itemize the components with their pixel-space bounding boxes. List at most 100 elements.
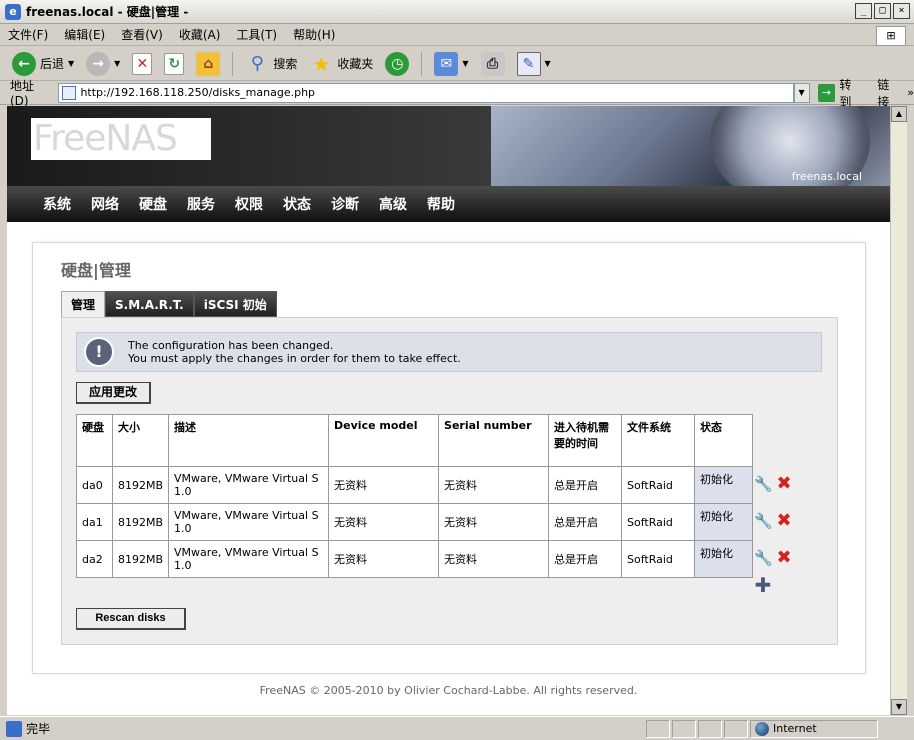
edit-page-button[interactable]: ✎ ▼: [513, 50, 555, 78]
history-button[interactable]: ◷: [381, 50, 413, 78]
window-title: freenas.local - 硬盘|管理 -: [26, 5, 189, 19]
row-actions: 🔧 ✖: [754, 475, 793, 494]
cell-serial-number: 无资料: [438, 466, 550, 504]
tab-smart[interactable]: S.M.A.R.T.: [105, 291, 194, 317]
nav-system[interactable]: 系统: [37, 194, 77, 214]
forward-button[interactable]: → ▼: [82, 50, 124, 78]
col-status: 状态: [694, 414, 754, 467]
cell-disk: da2: [76, 540, 113, 578]
tab-iscsi-initiator[interactable]: iSCSI 初始: [193, 291, 277, 317]
col-filesystem: 文件系统: [621, 414, 696, 467]
print-button[interactable]: ⎙: [477, 50, 509, 78]
menu-view[interactable]: 查看(V): [113, 26, 171, 43]
refresh-icon: ↻: [164, 52, 185, 75]
search-button[interactable]: ⚲ 搜索: [241, 50, 301, 78]
stop-button[interactable]: ✕: [128, 51, 156, 77]
nav-disks[interactable]: 硬盘: [133, 194, 173, 214]
menu-help[interactable]: 帮助(H): [285, 26, 343, 43]
mail-dropdown-icon[interactable]: ▼: [462, 59, 468, 68]
freenas-header: FreeNAS freenas.local: [7, 106, 890, 206]
row-actions: 🔧 ✖: [754, 549, 793, 568]
cell-size: 8192MB: [111, 466, 170, 504]
mail-button[interactable]: ✉ ▼: [430, 50, 472, 78]
cell-size: 8192MB: [111, 540, 170, 578]
cell-status: 初始化: [694, 503, 754, 541]
cell-description: VMware, VMware Virtual S 1.0: [168, 540, 330, 578]
add-disk-icon[interactable]: ✚: [754, 575, 772, 595]
page-done-icon: [6, 720, 22, 737]
nav-diagnostics[interactable]: 诊断: [325, 194, 365, 214]
col-serial-number: Serial number: [438, 414, 550, 467]
nav-status[interactable]: 状态: [277, 194, 317, 214]
edit-disk-icon[interactable]: 🔧: [754, 549, 773, 567]
delete-disk-icon[interactable]: ✖: [775, 512, 793, 530]
table-header-row: 硬盘 大小 描述 Device model Serial number 进入待机…: [76, 414, 754, 467]
edit-disk-icon[interactable]: 🔧: [754, 512, 773, 530]
info-message-box: ! The configuration has been changed. Yo…: [76, 332, 822, 372]
globe-icon: [755, 721, 769, 736]
menu-tools[interactable]: 工具(T): [228, 26, 285, 43]
cell-description: VMware, VMware Virtual S 1.0: [168, 503, 330, 541]
apply-changes-button[interactable]: 应用更改: [76, 382, 152, 404]
cell-device-model: 无资料: [328, 540, 440, 578]
toolbar-separator: [232, 51, 234, 76]
cell-filesystem: SoftRaid: [621, 466, 696, 504]
favorites-button[interactable]: ★ 收藏夹: [305, 50, 377, 78]
delete-disk-icon[interactable]: ✖: [775, 475, 793, 493]
home-button[interactable]: ⌂: [192, 50, 224, 78]
links-button[interactable]: 链接: [877, 76, 901, 110]
back-button[interactable]: ← 后退 ▼: [8, 50, 78, 78]
cell-description: VMware, VMware Virtual S 1.0: [168, 466, 330, 504]
home-icon: ⌂: [196, 51, 221, 76]
back-dropdown-icon[interactable]: ▼: [68, 59, 74, 68]
address-url: http://192.168.118.250/disks_manage.php: [80, 86, 316, 99]
chevron-right-icon[interactable]: »: [907, 86, 914, 99]
nav-access[interactable]: 权限: [229, 194, 269, 214]
status-cell: [646, 719, 670, 738]
nav-help[interactable]: 帮助: [421, 194, 461, 214]
rescan-disks-button[interactable]: Rescan disks: [76, 608, 186, 630]
table-row: da0 8192MB VMware, VMware Virtual S 1.0 …: [76, 466, 754, 504]
nav-advanced[interactable]: 高级: [373, 194, 413, 214]
forward-arrow-icon: →: [86, 51, 111, 76]
row-actions: 🔧 ✖: [754, 512, 793, 531]
menu-edit[interactable]: 编辑(E): [56, 26, 113, 43]
search-icon: ⚲: [250, 53, 264, 74]
cell-serial-number: 无资料: [438, 503, 550, 541]
minimize-button[interactable]: _: [855, 3, 872, 19]
tab-manage[interactable]: 管理: [61, 291, 106, 317]
edit-disk-icon[interactable]: 🔧: [754, 475, 773, 493]
cell-filesystem: SoftRaid: [621, 540, 696, 578]
address-input[interactable]: http://192.168.118.250/disks_manage.php: [58, 82, 794, 103]
scroll-down-icon[interactable]: ▼: [891, 699, 907, 715]
page-viewport: FreeNAS freenas.local 系统 网络 硬盘 服务 权限 状态 …: [7, 106, 890, 715]
printer-icon: ⎙: [480, 51, 505, 76]
vertical-scrollbar[interactable]: ▲ ▼: [890, 106, 907, 715]
status-cell: [698, 719, 722, 738]
status-cell: [672, 719, 696, 738]
close-button[interactable]: ×: [893, 3, 910, 19]
windows-logo-icon: ⊞: [876, 26, 906, 46]
address-dropdown-icon[interactable]: ▼: [793, 82, 810, 103]
status-text: 完毕: [26, 722, 51, 736]
table-row: da2 8192MB VMware, VMware Virtual S 1.0 …: [76, 540, 754, 578]
nav-network[interactable]: 网络: [85, 194, 125, 214]
nav-services[interactable]: 服务: [181, 194, 221, 214]
history-icon: ◷: [385, 51, 410, 76]
col-device-model: Device model: [328, 414, 440, 467]
info-line-2: You must apply the changes in order for …: [128, 352, 461, 365]
goto-button[interactable]: → 转到: [817, 76, 864, 110]
refresh-button[interactable]: ↻: [160, 51, 188, 77]
delete-disk-icon[interactable]: ✖: [775, 549, 793, 567]
maximize-button[interactable]: □: [874, 3, 891, 19]
menu-favorites[interactable]: 收藏(A): [171, 26, 229, 43]
toolbar: ← 后退 ▼ → ▼ ✕ ↻ ⌂ ⚲ 搜索 ★ 收藏夹 ◷ ✉ ▼ ⎙ ✎ ▼: [0, 47, 914, 81]
ie-icon: e: [5, 3, 21, 20]
back-arrow-icon: ←: [12, 51, 36, 76]
forward-dropdown-icon[interactable]: ▼: [114, 59, 120, 68]
freenas-logo[interactable]: FreeNAS: [31, 118, 211, 160]
info-message: The configuration has been changed. You …: [128, 339, 461, 365]
edit-dropdown-icon[interactable]: ▼: [545, 59, 551, 68]
menu-file[interactable]: 文件(F): [0, 26, 56, 43]
scroll-up-icon[interactable]: ▲: [891, 106, 907, 122]
